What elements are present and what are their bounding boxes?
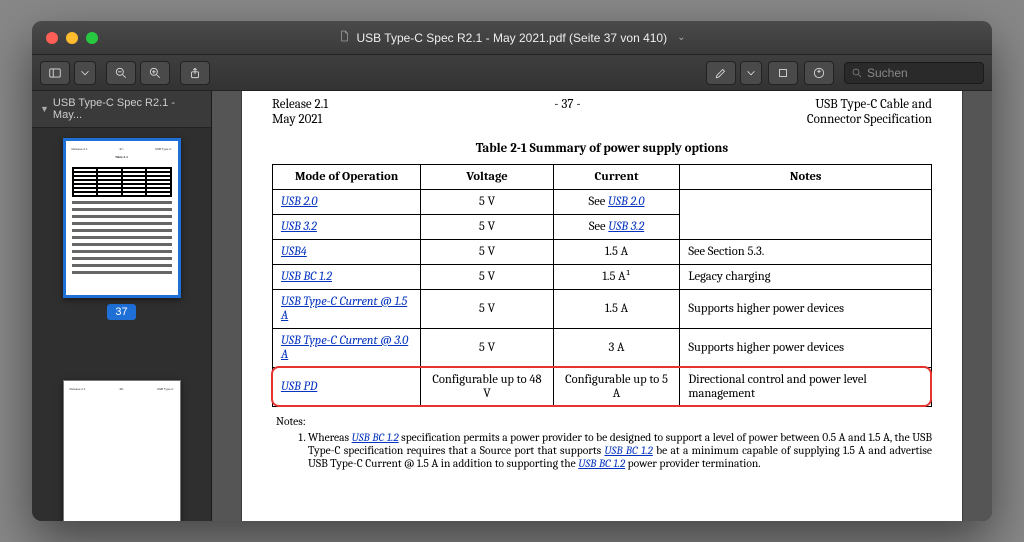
table-caption: Table 2-1 Summary of power supply option… xyxy=(272,141,932,156)
search-icon xyxy=(851,67,863,79)
cell-voltage: 5 V xyxy=(421,265,553,290)
cell-current: See USB 3.2 xyxy=(553,215,680,240)
cell-notes: Legacy charging xyxy=(680,265,932,290)
header-release: Release 2.1 xyxy=(272,97,328,112)
sidebar-header[interactable]: ▼ USB Type-C Spec R2.1 - May... xyxy=(32,91,211,128)
annotate-chevron[interactable] xyxy=(740,61,762,85)
annotate-button[interactable] xyxy=(706,61,736,85)
mode-link[interactable]: USB 2.0 xyxy=(281,195,318,209)
footnote-link[interactable]: USB BC 1.2 xyxy=(578,457,625,470)
footnotes: Notes: Whereas USB BC 1.2 specification … xyxy=(272,415,932,470)
disclosure-triangle-icon[interactable]: ▼ xyxy=(40,104,49,114)
cell-voltage: 5 V xyxy=(421,329,553,368)
sidebar-toggle-button[interactable] xyxy=(40,61,70,85)
chevron-down-icon[interactable]: ⌄ xyxy=(677,32,685,43)
page-number-badge: 37 xyxy=(107,304,135,320)
cell-current: 1.5 A xyxy=(553,240,680,265)
cell-notes: Directional control and power level mana… xyxy=(680,368,932,407)
cell-voltage: 5 V xyxy=(421,290,553,329)
sidebar-mode-chevron[interactable] xyxy=(74,61,96,85)
thumbnail-item[interactable]: Release 2.1-37-USB Type-C Table 2-1 xyxy=(32,138,211,320)
cell-voltage: 5 V xyxy=(421,190,553,215)
mode-link[interactable]: USB Type-C Current @ 3.0 A xyxy=(281,334,408,362)
col-voltage: Voltage xyxy=(421,165,553,190)
cell-notes: See Section 5.3. xyxy=(680,240,932,265)
mode-link[interactable]: USB PD xyxy=(281,380,317,394)
maximize-button[interactable] xyxy=(86,32,98,44)
titlebar: USB Type-C Spec R2.1 - May 2021.pdf (Sei… xyxy=(32,21,992,55)
window-title-text: USB Type-C Spec R2.1 - May 2021.pdf (Sei… xyxy=(356,31,667,45)
sidebar-title: USB Type-C Spec R2.1 - May... xyxy=(53,97,203,121)
cell-voltage: 5 V xyxy=(421,215,553,240)
page-thumbnail-next[interactable]: Release 2.1-38-USB Type-C xyxy=(63,380,181,521)
page-viewport[interactable]: Release 2.1 May 2021 - 37 - USB Type-C C… xyxy=(212,91,992,521)
cell-voltage: Configurable up to 48 V xyxy=(421,368,553,407)
minimize-button[interactable] xyxy=(66,32,78,44)
mode-link[interactable]: USB 3.2 xyxy=(281,220,317,234)
col-notes: Notes xyxy=(680,165,932,190)
mode-link[interactable]: USB BC 1.2 xyxy=(281,270,332,284)
power-supply-table: Mode of Operation Voltage Current Notes … xyxy=(272,164,932,407)
table-row: USB Type-C Current @ 3.0 A 5 V 3 A Suppo… xyxy=(273,329,932,368)
cell-current: Configurable up to 5 A xyxy=(553,368,680,407)
cell-current: 3 A xyxy=(553,329,680,368)
current-link[interactable]: USB 3.2 xyxy=(608,220,644,234)
thumbnail-sidebar: ▼ USB Type-C Spec R2.1 - May... Release … xyxy=(32,91,212,521)
table-row: USB Type-C Current @ 1.5 A 5 V 1.5 A Sup… xyxy=(273,290,932,329)
body: ▼ USB Type-C Spec R2.1 - May... Release … xyxy=(32,91,992,521)
thumbnail-item[interactable]: Release 2.1-38-USB Type-C xyxy=(32,380,211,521)
footnote-link[interactable]: USB BC 1.2 xyxy=(352,431,399,444)
search-placeholder: Suchen xyxy=(867,66,908,80)
col-mode: Mode of Operation xyxy=(273,165,421,190)
info-button[interactable] xyxy=(804,61,834,85)
traffic-lights xyxy=(32,32,98,44)
close-button[interactable] xyxy=(46,32,58,44)
cell-voltage: 5 V xyxy=(421,240,553,265)
mode-link[interactable]: USB Type-C Current @ 1.5 A xyxy=(281,295,407,323)
page-canvas: Release 2.1 May 2021 - 37 - USB Type-C C… xyxy=(242,91,962,521)
cell-notes: Supports higher power devices xyxy=(680,290,932,329)
table-row: USB BC 1.2 5 V 1.5 A¹ Legacy charging xyxy=(273,265,932,290)
crop-button[interactable] xyxy=(768,61,798,85)
header-title2: Connector Specification xyxy=(807,112,932,127)
header-pagenum: - 37 - xyxy=(554,97,580,127)
cell-current: 1.5 A xyxy=(553,290,680,329)
zoom-in-button[interactable] xyxy=(140,61,170,85)
footnotes-label: Notes: xyxy=(276,415,932,428)
current-link[interactable]: USB 2.0 xyxy=(608,195,645,209)
cell-current: 1.5 A¹ xyxy=(553,265,680,290)
zoom-out-button[interactable] xyxy=(106,61,136,85)
col-current: Current xyxy=(553,165,680,190)
document-icon xyxy=(338,30,350,45)
header-title1: USB Type-C Cable and xyxy=(807,97,932,112)
table-row: USB4 5 V 1.5 A See Section 5.3. xyxy=(273,240,932,265)
page-running-header: Release 2.1 May 2021 - 37 - USB Type-C C… xyxy=(272,91,932,127)
header-date: May 2021 xyxy=(272,112,328,127)
mode-link[interactable]: USB4 xyxy=(281,245,307,259)
toolbar: Suchen xyxy=(32,55,992,91)
cell-notes: Supports higher power devices xyxy=(680,329,932,368)
cell-current: See USB 2.0 xyxy=(553,190,680,215)
table-header-row: Mode of Operation Voltage Current Notes xyxy=(273,165,932,190)
table-wrapper: Mode of Operation Voltage Current Notes … xyxy=(272,164,932,407)
footnote-item: Whereas USB BC 1.2 specification permits… xyxy=(308,431,932,470)
window-title[interactable]: USB Type-C Spec R2.1 - May 2021.pdf (Sei… xyxy=(338,30,685,45)
search-field[interactable]: Suchen xyxy=(844,62,984,84)
preview-window: USB Type-C Spec R2.1 - May 2021.pdf (Sei… xyxy=(32,21,992,521)
page-thumbnail-current[interactable]: Release 2.1-37-USB Type-C Table 2-1 xyxy=(63,138,181,298)
table-row: USB PD Configurable up to 48 V Configura… xyxy=(273,368,932,407)
table-row: USB 2.0 5 V See USB 2.0 xyxy=(273,190,932,215)
thumbnail-list[interactable]: Release 2.1-37-USB Type-C Table 2-1 xyxy=(32,128,211,521)
cell-notes xyxy=(680,190,932,240)
share-button[interactable] xyxy=(180,61,210,85)
footnote-link[interactable]: USB BC 1.2 xyxy=(604,444,652,457)
